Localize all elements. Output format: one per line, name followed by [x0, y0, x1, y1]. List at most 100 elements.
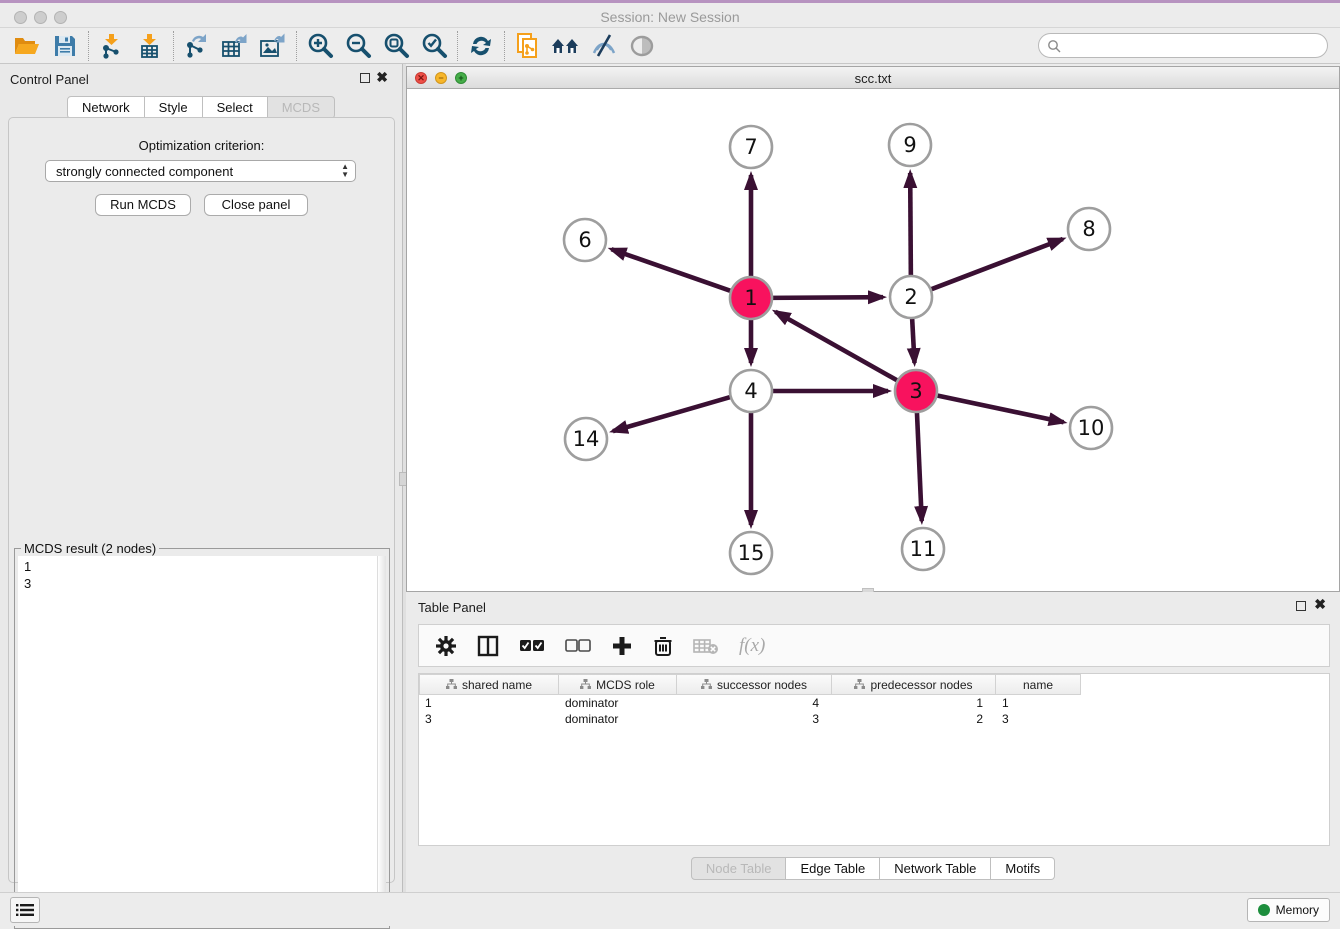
- svg-text:9: 9: [903, 133, 916, 157]
- run-mcds-button[interactable]: Run MCDS: [95, 194, 191, 216]
- svg-text:4: 4: [744, 379, 757, 403]
- import-network-icon[interactable]: [93, 30, 131, 62]
- create-column-plus-icon[interactable]: [611, 631, 633, 661]
- export-table-icon[interactable]: [216, 30, 254, 62]
- cell-name[interactable]: 3: [996, 711, 1081, 727]
- node-table[interactable]: shared nameMCDS rolesuccessor nodesprede…: [418, 673, 1330, 846]
- node-11[interactable]: 11: [902, 528, 944, 570]
- status-bar: Memory: [0, 892, 1340, 926]
- node-14[interactable]: 14: [565, 418, 607, 460]
- cell-shared-name[interactable]: 3: [419, 711, 559, 727]
- zoom-selected-icon[interactable]: [415, 30, 453, 62]
- cell-predecessor-nodes[interactable]: 1: [832, 695, 996, 711]
- tab-network-table[interactable]: Network Table: [880, 857, 991, 880]
- column-header-shared-name[interactable]: shared name: [419, 674, 559, 695]
- table-row[interactable]: 1dominator411: [419, 695, 1329, 711]
- table-panel-float-icon[interactable]: [1296, 601, 1306, 611]
- first-neighbors-icon[interactable]: [547, 30, 585, 62]
- function-builder-icon[interactable]: f(x): [739, 631, 765, 661]
- table-panel: Table Panel ✖ f(x) shared nameMCDS roles…: [406, 592, 1340, 892]
- criterion-dropdown[interactable]: strongly connected component ▲▼: [45, 160, 356, 182]
- node-2[interactable]: 2: [890, 276, 932, 318]
- search-input[interactable]: [1061, 38, 1327, 53]
- tab-motifs[interactable]: Motifs: [991, 857, 1055, 880]
- column-header-successor-nodes[interactable]: successor nodes: [677, 674, 832, 695]
- node-4[interactable]: 4: [730, 370, 772, 412]
- clone-network-icon[interactable]: [509, 30, 547, 62]
- edge-3-10[interactable]: [934, 395, 1064, 422]
- main-toolbar: [0, 28, 1340, 64]
- save-session-icon[interactable]: [46, 30, 84, 62]
- network-window-titlebar[interactable]: ✕ − + scc.txt: [407, 67, 1339, 89]
- tab-select[interactable]: Select: [203, 96, 268, 119]
- export-network-icon[interactable]: [178, 30, 216, 62]
- mcds-result-scrollbar[interactable]: [377, 556, 386, 924]
- edge-2-8[interactable]: [928, 239, 1063, 291]
- show-column-panel-icon[interactable]: [477, 631, 499, 661]
- mcds-result-text[interactable]: 1 3: [18, 556, 377, 924]
- show-all-icon[interactable]: [623, 30, 661, 62]
- network-canvas[interactable]: 7 9 6 8 1 2 4 3 14 10 15 11: [407, 89, 1339, 591]
- table-panel-close-icon[interactable]: ✖: [1314, 596, 1326, 613]
- control-panel: Control Panel ✖ NetworkStyleSelectMCDS O…: [0, 64, 403, 892]
- search-box[interactable]: [1038, 33, 1328, 58]
- node-10[interactable]: 10: [1070, 407, 1112, 449]
- column-header-predecessor-nodes[interactable]: predecessor nodes: [832, 674, 996, 695]
- tab-network[interactable]: Network: [67, 96, 145, 119]
- memory-button[interactable]: Memory: [1247, 898, 1330, 922]
- svg-text:15: 15: [738, 541, 765, 565]
- tab-node-table[interactable]: Node Table: [691, 857, 787, 880]
- delete-table-icon[interactable]: [693, 631, 719, 661]
- node-15[interactable]: 15: [730, 532, 772, 574]
- node-8[interactable]: 8: [1068, 208, 1110, 250]
- mcds-result-fieldset: MCDS result (2 nodes) 1 3: [14, 548, 390, 929]
- table-row[interactable]: 3dominator323: [419, 711, 1329, 727]
- cell-name[interactable]: 1: [996, 695, 1081, 711]
- control-panel-close-icon[interactable]: ✖: [376, 69, 388, 86]
- edge-3-11[interactable]: [917, 409, 922, 521]
- control-panel-float-icon[interactable]: [360, 73, 370, 83]
- tab-mcds[interactable]: MCDS: [268, 96, 335, 119]
- refresh-layout-icon[interactable]: [462, 30, 500, 62]
- cell-MCDS-role[interactable]: dominator: [559, 711, 677, 727]
- cell-predecessor-nodes[interactable]: 2: [832, 711, 996, 727]
- tab-style[interactable]: Style: [145, 96, 203, 119]
- edge-4-14[interactable]: [613, 396, 734, 431]
- table-settings-gear-icon[interactable]: [435, 631, 457, 661]
- deselect-all-columns-icon[interactable]: [565, 631, 591, 661]
- edge-2-9[interactable]: [910, 173, 911, 279]
- cell-successor-nodes[interactable]: 4: [677, 695, 832, 711]
- open-file-icon[interactable]: [8, 30, 46, 62]
- hide-selected-icon[interactable]: [585, 30, 623, 62]
- select-all-columns-icon[interactable]: [519, 631, 545, 661]
- node-7[interactable]: 7: [730, 126, 772, 168]
- edge-3-1[interactable]: [775, 312, 900, 382]
- column-header-name[interactable]: name: [996, 674, 1081, 695]
- column-hierarchy-icon: [701, 678, 712, 692]
- node-3[interactable]: 3: [895, 370, 937, 412]
- zoom-fit-icon[interactable]: [377, 30, 415, 62]
- node-9[interactable]: 9: [889, 124, 931, 166]
- task-list-icon: [16, 903, 34, 917]
- delete-column-trash-icon[interactable]: [653, 631, 673, 661]
- import-table-icon[interactable]: [131, 30, 169, 62]
- export-image-icon[interactable]: [254, 30, 292, 62]
- edge-1-2[interactable]: [769, 297, 883, 298]
- cell-successor-nodes[interactable]: 3: [677, 711, 832, 727]
- search-icon: [1047, 39, 1061, 53]
- edge-1-6[interactable]: [611, 249, 734, 292]
- zoom-in-icon[interactable]: [301, 30, 339, 62]
- cell-shared-name[interactable]: 1: [419, 695, 559, 711]
- node-1[interactable]: 1: [730, 277, 772, 319]
- tab-edge-table[interactable]: Edge Table: [786, 857, 880, 880]
- cell-MCDS-role[interactable]: dominator: [559, 695, 677, 711]
- edge-2-3[interactable]: [912, 315, 915, 363]
- zoom-out-icon[interactable]: [339, 30, 377, 62]
- table-toolbar: f(x): [418, 624, 1330, 667]
- node-6[interactable]: 6: [564, 219, 606, 261]
- column-header-MCDS-role[interactable]: MCDS role: [559, 674, 677, 695]
- node-table-body: 1dominator4113dominator323: [419, 695, 1329, 727]
- task-history-button[interactable]: [10, 897, 40, 923]
- svg-text:10: 10: [1078, 416, 1105, 440]
- close-panel-button[interactable]: Close panel: [204, 194, 308, 216]
